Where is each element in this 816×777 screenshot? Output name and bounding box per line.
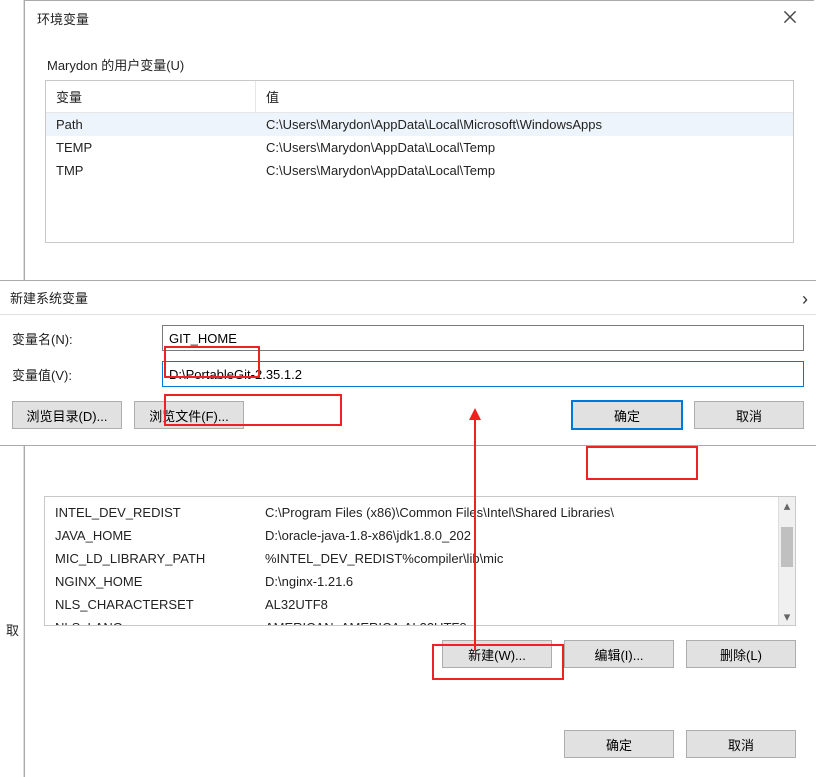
label-var-value: 变量值(V): [12,365,162,384]
close-button[interactable] [768,1,812,33]
main-cancel-button[interactable]: 取消 [686,730,796,758]
table-row[interactable]: MIC_LD_LIBRARY_PATH%INTEL_DEV_REDIST%com… [45,547,795,570]
cell-val: C:\Users\Marydon\AppData\Local\Microsoft… [266,117,783,132]
cell-var: JAVA_HOME [55,528,265,543]
env-title: 环境变量 [37,9,89,28]
table-row[interactable]: INTEL_DEV_REDISTC:\Program Files (x86)\C… [45,501,795,524]
scroll-thumb[interactable] [781,527,793,567]
cell-val: AMERICAN_AMERICA.AL32UTF8 [265,620,785,626]
ok-button[interactable]: 确定 [572,401,682,429]
cell-var: NLS_LANG [55,620,265,626]
cell-val: D:\oracle-java-1.8-x86\jdk1.8.0_202 [265,528,785,543]
new-sysvar-dialog: 新建系统变量 › 变量名(N): 变量值(V): 浏览目录(D)... 浏览文件… [0,280,816,446]
new-button[interactable]: 新建(W)... [442,640,552,668]
input-var-value[interactable] [162,361,804,387]
cell-var: MIC_LD_LIBRARY_PATH [55,551,265,566]
cell-val: C:\Program Files (x86)\Common Files\Inte… [265,505,785,520]
table-header: 变量 值 [46,81,793,113]
user-vars-label: Marydon 的用户变量(U) [47,55,794,74]
browse-file-button[interactable]: 浏览文件(F)... [134,401,244,429]
table-row[interactable]: NLS_CHARACTERSETAL32UTF8 [45,593,795,616]
cell-var: TMP [56,163,266,178]
edit-button[interactable]: 编辑(I)... [564,640,674,668]
cell-var: NLS_CHARACTERSET [55,597,265,612]
table-row[interactable]: NGINX_HOMED:\nginx-1.21.6 [45,570,795,593]
delete-button[interactable]: 删除(L) [686,640,796,668]
cell-var: TEMP [56,140,266,155]
close-icon [783,10,797,24]
table-row[interactable]: PathC:\Users\Marydon\AppData\Local\Micro… [46,113,793,136]
cell-var: INTEL_DEV_REDIST [55,505,265,520]
browse-dir-button[interactable]: 浏览目录(D)... [12,401,122,429]
cell-val: AL32UTF8 [265,597,785,612]
dialog-footer: 确定 取消 [564,730,796,758]
table-row[interactable]: NLS_LANGAMERICAN_AMERICA.AL32UTF8 [45,616,795,626]
input-var-name[interactable] [162,325,804,351]
env-titlebar: 环境变量 [25,1,814,35]
sys-vars-area: INTEL_DEV_REDISTC:\Program Files (x86)\C… [44,496,796,668]
user-vars-table[interactable]: 变量 值 PathC:\Users\Marydon\AppData\Local\… [45,80,794,243]
main-ok-button[interactable]: 确定 [564,730,674,758]
dialog-title: 新建系统变量 [10,288,88,307]
cell-var: Path [56,117,266,132]
col-value[interactable]: 值 [256,81,793,112]
cell-var: NGINX_HOME [55,574,265,589]
sys-vars-table[interactable]: INTEL_DEV_REDISTC:\Program Files (x86)\C… [44,496,796,626]
chevron-right-icon: › [802,289,808,310]
cell-val: D:\nginx-1.21.6 [265,574,785,589]
cell-val: %INTEL_DEV_REDIST%compiler\lib\mic [265,551,785,566]
scroll-down-icon[interactable]: ▾ [779,608,795,625]
scroll-up-icon[interactable]: ▴ [779,497,795,514]
table-row[interactable]: TMPC:\Users\Marydon\AppData\Local\Temp [46,159,793,182]
col-variable[interactable]: 变量 [46,81,256,112]
scrollbar[interactable]: ▴ ▾ [778,497,795,625]
cell-val: C:\Users\Marydon\AppData\Local\Temp [266,163,783,178]
table-row[interactable]: TEMPC:\Users\Marydon\AppData\Local\Temp [46,136,793,159]
table-row[interactable]: JAVA_HOMED:\oracle-java-1.8-x86\jdk1.8.0… [45,524,795,547]
dialog-titlebar: 新建系统变量 › [0,281,816,315]
cancel-button[interactable]: 取消 [694,401,804,429]
truncated-text: 取 [6,620,19,639]
label-var-name: 变量名(N): [12,329,162,348]
cell-val: C:\Users\Marydon\AppData\Local\Temp [266,140,783,155]
